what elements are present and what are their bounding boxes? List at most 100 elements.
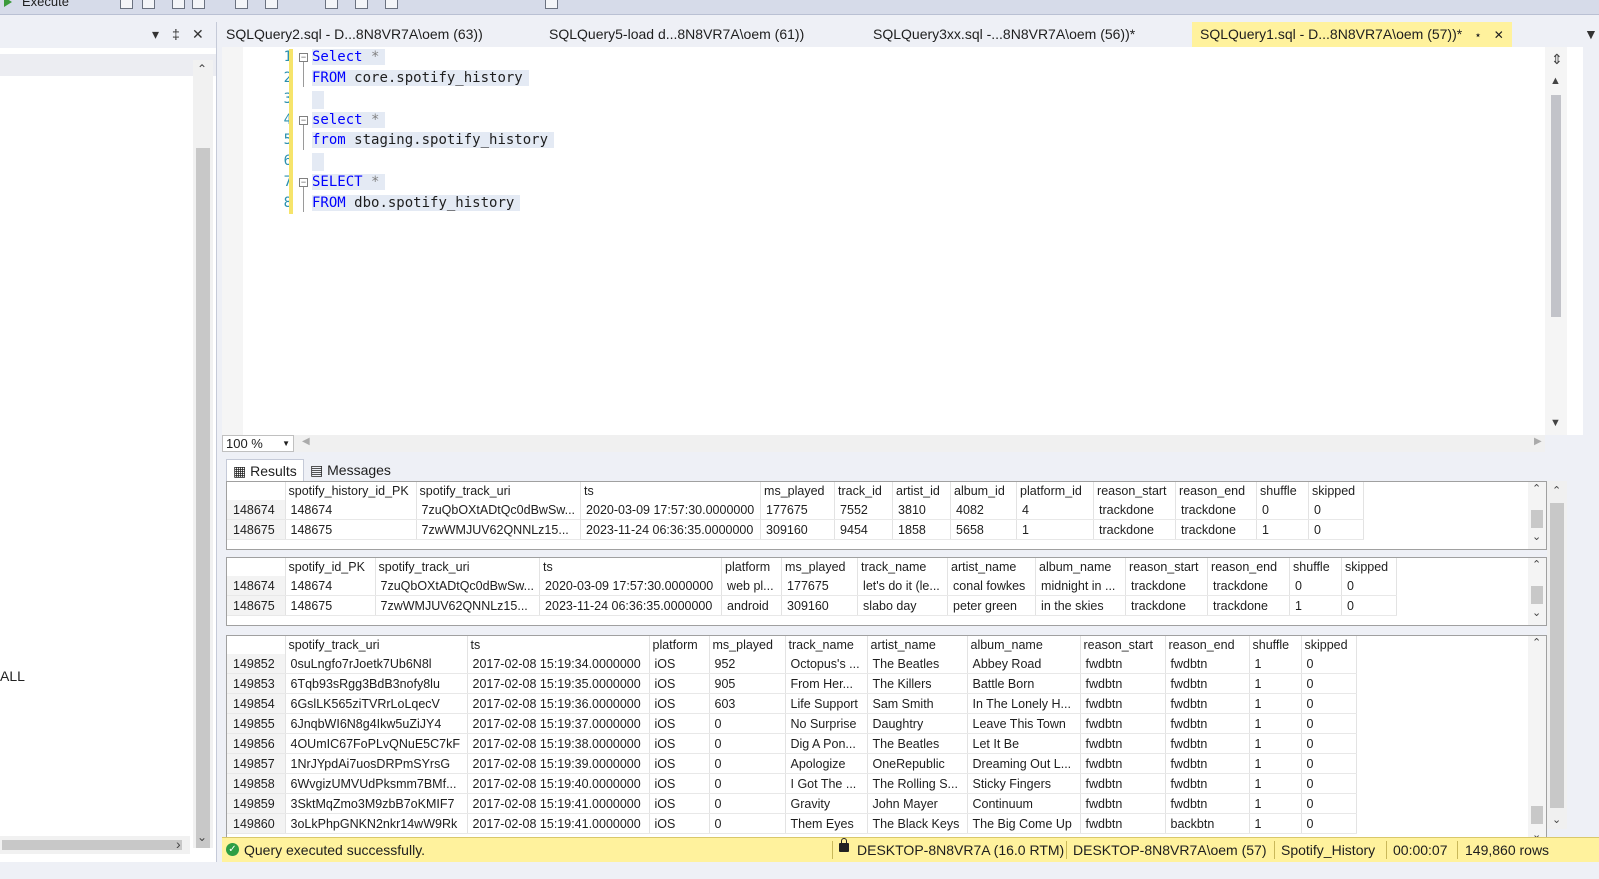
scroll-right-icon[interactable]: › bbox=[176, 836, 181, 852]
grid-cell[interactable]: 148675 bbox=[285, 595, 376, 616]
column-header[interactable]: ms_played bbox=[781, 558, 859, 576]
grid-cell[interactable]: fwdbtn bbox=[1165, 713, 1250, 734]
grid-cell[interactable]: web pl... bbox=[721, 576, 783, 596]
column-header[interactable]: ts bbox=[580, 482, 762, 500]
column-header[interactable]: platform_id bbox=[1016, 482, 1095, 500]
grid-cell[interactable]: Apologize bbox=[785, 753, 868, 774]
scroll-up-icon[interactable]: ⌃ bbox=[1552, 484, 1561, 497]
grid-cell[interactable]: 309160 bbox=[781, 595, 859, 616]
grid-cell[interactable]: From Her... bbox=[785, 673, 868, 694]
grid-cell[interactable]: fwdbtn bbox=[1165, 773, 1250, 794]
grid-cell[interactable]: 2017-02-08 15:19:34.0000000 bbox=[467, 654, 650, 674]
grid-cell[interactable]: 0 bbox=[1301, 673, 1357, 694]
column-header[interactable]: album_name bbox=[1035, 558, 1127, 576]
grid-cell[interactable]: 1 bbox=[1249, 753, 1302, 774]
table-row[interactable]: 149858 6WvgizUMVUdPksmm7BMf... 2017-02-08 … bbox=[227, 773, 1357, 794]
grid-cell[interactable]: 0 bbox=[709, 793, 786, 814]
grid-cell[interactable]: Leave This Town bbox=[967, 713, 1081, 734]
column-header[interactable]: spotify_id_PK bbox=[285, 558, 376, 576]
row-number-cell[interactable]: 148675 bbox=[227, 519, 286, 540]
grid-cell[interactable]: fwdbtn bbox=[1080, 654, 1166, 674]
grid-cell[interactable]: 0 bbox=[1301, 733, 1357, 754]
column-header[interactable]: album_id bbox=[950, 482, 1018, 500]
scroll-thumb[interactable] bbox=[196, 148, 210, 848]
toolbar-button[interactable] bbox=[172, 0, 185, 9]
grid-cell[interactable]: The Black Keys bbox=[867, 813, 968, 834]
tree-node-label[interactable]: ALL bbox=[0, 668, 25, 684]
toolbar-button[interactable] bbox=[265, 0, 278, 9]
table-row[interactable]: 149854 6GslLK565ziTVRrLoLqecV 2017-02-08 1… bbox=[227, 693, 1357, 714]
grid-cell[interactable]: 0 bbox=[1301, 813, 1357, 834]
collapse-icon[interactable]: − bbox=[299, 53, 308, 62]
tab-sqlquery1[interactable]: SQLQuery1.sql - D...8N8VR7A\oem (57))* ⋆ ✕ bbox=[1192, 22, 1512, 47]
scroll-up-icon[interactable]: ⌃ bbox=[197, 62, 207, 76]
grid-cell[interactable]: fwdbtn bbox=[1165, 793, 1250, 814]
grid-cell[interactable]: fwdbtn bbox=[1165, 654, 1250, 674]
column-header[interactable]: shuffle bbox=[1249, 636, 1302, 654]
grid-cell[interactable]: 1 bbox=[1249, 733, 1302, 754]
tab-messages[interactable]: ▤ Messages bbox=[304, 459, 397, 481]
grid-cell[interactable]: 0 bbox=[709, 813, 786, 834]
grid-cell[interactable]: No Surprise bbox=[785, 713, 868, 734]
grid-cell[interactable]: 3810 bbox=[892, 500, 952, 520]
grid-cell[interactable]: 0 bbox=[1301, 654, 1357, 674]
grid-cell[interactable]: 5658 bbox=[950, 519, 1018, 540]
grid-cell[interactable]: 6GslLK565ziTVRrLoLqecV bbox=[285, 693, 468, 714]
scroll-left-icon[interactable]: ◀ bbox=[302, 436, 310, 447]
grid-cell[interactable]: John Mayer bbox=[867, 793, 968, 814]
grid-cell[interactable]: fwdbtn bbox=[1080, 773, 1166, 794]
grid-cell[interactable]: in the skies bbox=[1035, 595, 1127, 616]
zoom-select[interactable]: 100 % ▼ bbox=[222, 435, 294, 452]
column-header[interactable]: shuffle bbox=[1289, 558, 1343, 576]
grid-cell[interactable]: 2017-02-08 15:19:40.0000000 bbox=[467, 773, 650, 794]
results-grid-3[interactable]: spotify_track_uri ts platform ms_played trac… bbox=[226, 635, 1547, 846]
grid-cell[interactable]: android bbox=[721, 595, 783, 616]
row-number-header[interactable] bbox=[227, 482, 286, 500]
table-row[interactable]: 148675 148675 7zwWMJUV62QNNLz15... 2023-11-… bbox=[227, 595, 1398, 616]
grid-cell[interactable]: 0 bbox=[1308, 500, 1365, 520]
grid-cell[interactable]: The Killers bbox=[867, 673, 968, 694]
grid-cell[interactable]: 1 bbox=[1249, 813, 1302, 834]
grid-cell[interactable]: I Got The ... bbox=[785, 773, 868, 794]
sql-editor[interactable]: 1 2 3 4 5 6 7 8 − − − Select * FROM core… bbox=[222, 47, 1583, 435]
close-icon[interactable]: ✕ bbox=[192, 26, 204, 43]
grid-cell[interactable]: 1 bbox=[1249, 693, 1302, 714]
tab-sqlquery5[interactable]: SQLQuery5-load d...8N8VR7A\oem (61)) bbox=[549, 26, 804, 42]
grid-cell[interactable]: Octopus's ... bbox=[785, 654, 868, 674]
column-header[interactable]: track_name bbox=[857, 558, 949, 576]
split-view-icon[interactable]: ⇕ bbox=[1551, 51, 1563, 68]
grid-cell[interactable]: The Beatles bbox=[867, 733, 968, 754]
row-number-cell[interactable]: 149853 bbox=[227, 673, 286, 694]
grid-cell[interactable]: 0 bbox=[1301, 753, 1357, 774]
row-number-cell[interactable]: 148675 bbox=[227, 595, 286, 616]
grid-cell[interactable]: fwdbtn bbox=[1165, 753, 1250, 774]
grid-cell[interactable]: trackdone bbox=[1207, 576, 1291, 596]
grid-cell[interactable]: trackdone bbox=[1093, 500, 1177, 520]
grid-cell[interactable]: 0 bbox=[1301, 693, 1357, 714]
grid-cell[interactable]: 3SktMqZmo3M9zbB7oKMIF7 bbox=[285, 793, 468, 814]
grid-cell[interactable]: 0 bbox=[1289, 576, 1343, 596]
grid-cell[interactable]: Gravity bbox=[785, 793, 868, 814]
scroll-down-icon[interactable]: ⌄ bbox=[1532, 530, 1541, 543]
collapse-icon[interactable]: − bbox=[299, 116, 308, 125]
grid-cell[interactable]: 6Tqb93sRgg3BdB3nofy8lu bbox=[285, 673, 468, 694]
grid-cell[interactable]: 0 bbox=[1308, 519, 1365, 540]
column-header[interactable]: album_name bbox=[967, 636, 1081, 654]
column-header[interactable]: artist_name bbox=[867, 636, 968, 654]
column-header[interactable]: spotify_track_uri bbox=[285, 636, 468, 654]
row-number-cell[interactable]: 148674 bbox=[227, 576, 286, 596]
column-header[interactable]: spotify_history_id_PK bbox=[285, 482, 417, 500]
grid-cell[interactable]: Continuum bbox=[967, 793, 1081, 814]
column-header[interactable]: reason_end bbox=[1165, 636, 1250, 654]
grid-vertical-scrollbar[interactable]: ⌃ ⌄ bbox=[1528, 558, 1546, 625]
grid-cell[interactable]: 1 bbox=[1016, 519, 1095, 540]
execute-button[interactable]: Execute bbox=[22, 0, 69, 9]
grid-cell[interactable]: 4 bbox=[1016, 500, 1095, 520]
grid-cell[interactable]: fwdbtn bbox=[1080, 733, 1166, 754]
column-header[interactable]: ts bbox=[539, 558, 723, 576]
toolbar-button[interactable] bbox=[545, 0, 558, 9]
column-header[interactable]: platform bbox=[649, 636, 710, 654]
grid-cell[interactable]: 1 bbox=[1249, 654, 1302, 674]
grid-cell[interactable]: 0 bbox=[1301, 793, 1357, 814]
toolbar-button[interactable] bbox=[235, 0, 248, 9]
